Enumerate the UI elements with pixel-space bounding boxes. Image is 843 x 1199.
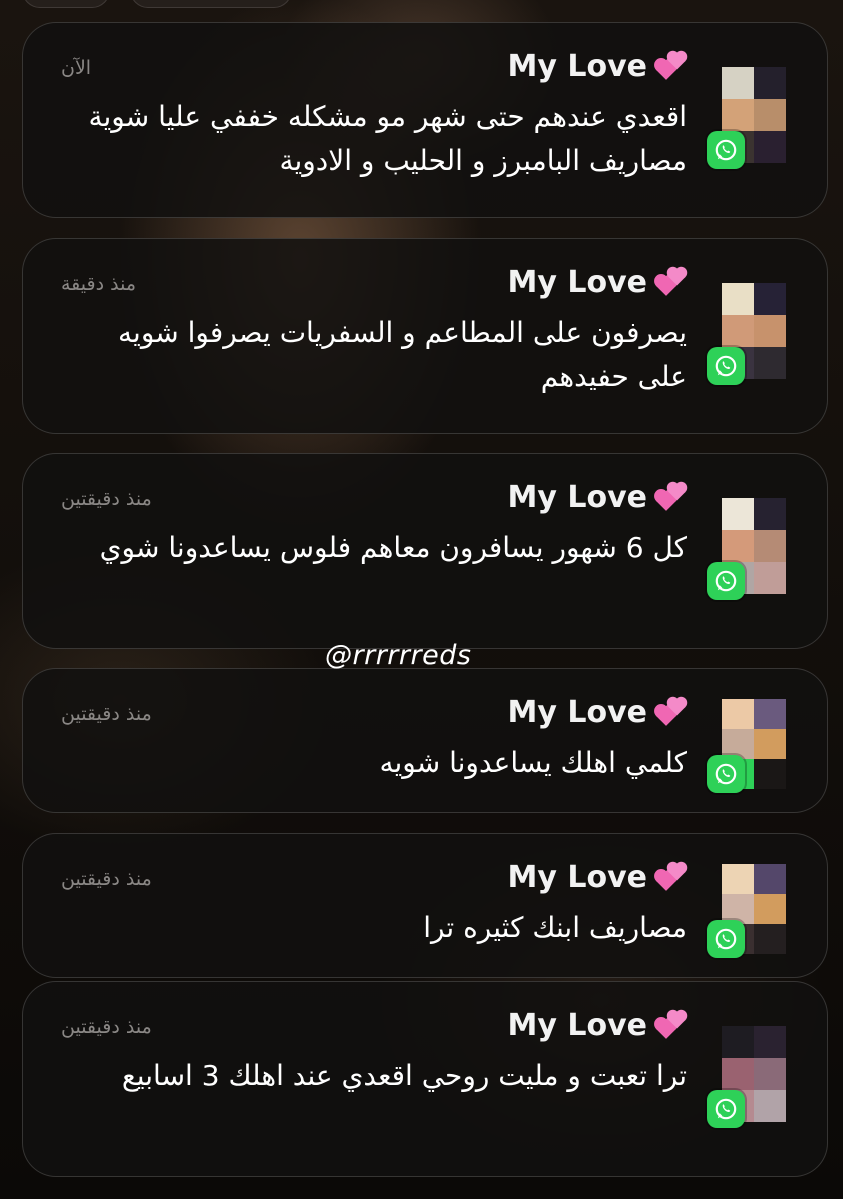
- notification-sender: My Love: [508, 265, 687, 300]
- notification-message: مصاريف ابنك كثيره ترا: [423, 911, 687, 944]
- whatsapp-icon: [707, 1090, 745, 1128]
- two-hearts-icon: [656, 52, 687, 81]
- watermark: @rrrrrreds: [325, 640, 472, 671]
- notification-message: يصرفون على المطاعم و السفريات يصرفوا شوي…: [118, 316, 687, 393]
- top-pill-left: [22, 0, 110, 8]
- notification-message: كلمي اهلك يساعدونا شويه: [379, 746, 687, 779]
- sender-name: My Love: [507, 860, 647, 895]
- top-pill-right: [130, 0, 292, 8]
- whatsapp-icon: [707, 131, 745, 169]
- sender-name: My Love: [507, 49, 647, 84]
- whatsapp-icon: [707, 920, 745, 958]
- notification-sender: My Love: [508, 1008, 687, 1043]
- notification-sender: My Love: [508, 49, 687, 84]
- notification-card[interactable]: منذ دقيقتين My Love كلمي اهلك يساعدونا شوي…: [22, 668, 828, 813]
- whatsapp-icon: [707, 755, 745, 793]
- two-hearts-icon: [656, 698, 687, 727]
- two-hearts-icon: [656, 268, 687, 297]
- sender-name: My Love: [507, 1008, 647, 1043]
- notification-time: الآن: [61, 57, 92, 79]
- sender-name: My Love: [507, 480, 647, 515]
- whatsapp-icon: [707, 562, 745, 600]
- notification-time: منذ دقيقتين: [61, 488, 152, 510]
- notification-message: كل 6 شهور يسافرون معاهم فلوس يساعدونا شو…: [99, 531, 687, 564]
- notification-card[interactable]: منذ دقيقتين My Love كل 6 شهور يسافرون معاه…: [22, 453, 828, 649]
- notification-time: منذ دقيقتين: [61, 1016, 152, 1038]
- notification-sender: My Love: [508, 695, 687, 730]
- sender-name: My Love: [507, 695, 647, 730]
- notification-time: منذ دقيقتين: [61, 703, 152, 725]
- notification-time: منذ دقيقتين: [61, 868, 152, 890]
- two-hearts-icon: [656, 483, 687, 512]
- whatsapp-icon: [707, 347, 745, 385]
- sender-name: My Love: [507, 265, 647, 300]
- notification-card[interactable]: منذ دقيقة My Love يصرفون على المطاعم و الس…: [22, 238, 828, 434]
- two-hearts-icon: [656, 1011, 687, 1040]
- notification-message: اقعدي عندهم حتى شهر مو مشكله خففي عليا ش…: [88, 100, 688, 177]
- notification-sender: My Love: [508, 860, 687, 895]
- notification-time: منذ دقيقة: [61, 273, 136, 295]
- notification-message: ترا تعبت و مليت روحي اقعدي عند اهلك 3 اس…: [121, 1059, 687, 1092]
- notification-card[interactable]: الآن My Love اقعدي عندهم حتى شهر مو مشكله …: [22, 22, 828, 218]
- notification-sender: My Love: [508, 480, 687, 515]
- two-hearts-icon: [656, 863, 687, 892]
- notification-card[interactable]: منذ دقيقتين My Love ترا تعبت و مليت روحي ا…: [22, 981, 828, 1177]
- notification-card[interactable]: منذ دقيقتين My Love مصاريف ابنك كثيره ترا: [22, 833, 828, 978]
